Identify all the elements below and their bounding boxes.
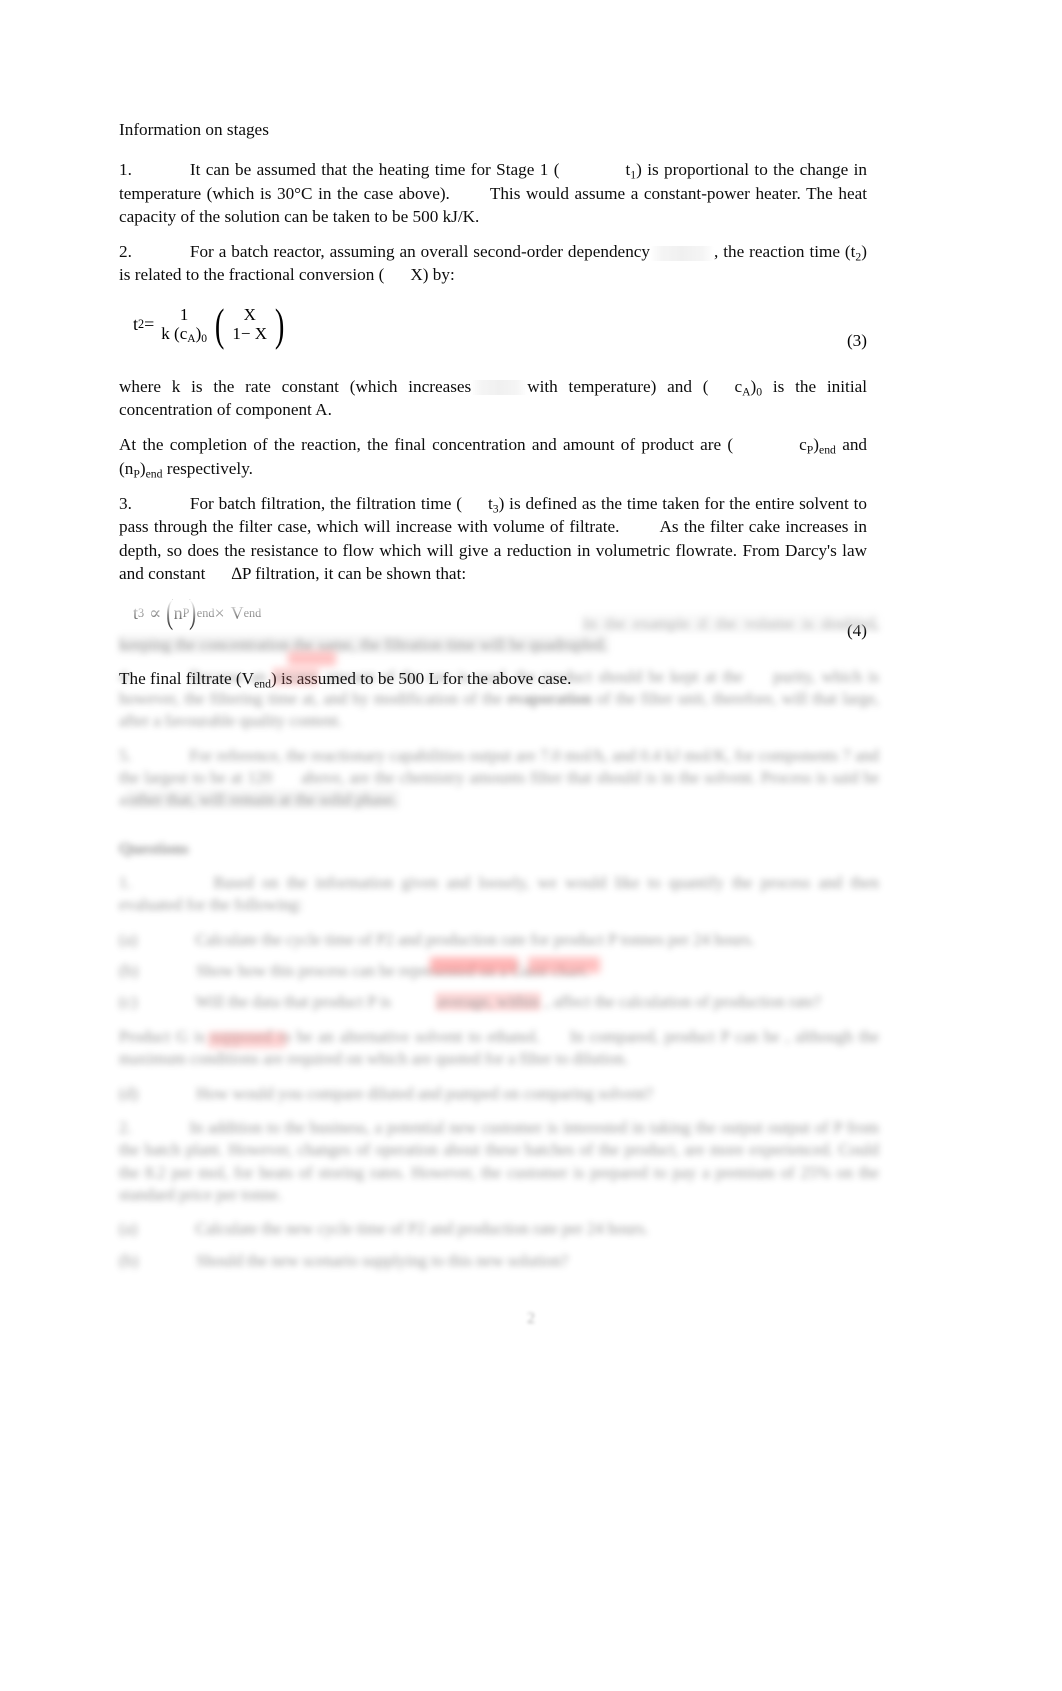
redacted-q1c-number: (c) <box>119 992 138 1012</box>
redacted-q2-number: 2. <box>119 1117 132 1137</box>
redacted-text: Because an <box>189 666 267 686</box>
item-2-text-d: ) by: <box>422 265 455 285</box>
completion-n-sub-end: end <box>145 466 163 480</box>
redacted-q1a-number: (a) <box>119 929 138 949</box>
redacted-text: the product should be kept at the <box>515 666 743 686</box>
item-2-text-a: For a batch reactor, assuming an overall… <box>189 242 651 262</box>
redacted-text: , affect the calculation of production r… <box>545 992 822 1012</box>
redacted-question-1: 1. Based on the information given and loo… <box>119 872 879 917</box>
eq3-paren-close: ) <box>274 298 285 350</box>
pink-highlight-blob <box>208 1032 286 1048</box>
redacted-item-5-number: 5. <box>119 745 132 765</box>
completion-clause: At the completion of the reaction, the f… <box>119 433 867 480</box>
redacted-text: other that, will remain at the solid pha… <box>126 790 400 810</box>
eq3-paren-open: ( <box>214 298 225 350</box>
redacted-q2b-number: (b) <box>119 1250 139 1270</box>
redacted-text: In addition to the business, a potential… <box>119 1117 879 1204</box>
redacted-text: Calculate the new cycle time of P2 and p… <box>195 1219 649 1239</box>
redacted-text: Should the new scenario supplying to thi… <box>196 1250 569 1270</box>
redacted-text: Based on the information given and loose… <box>119 873 879 915</box>
eq3-fraction-1: 1 k (cA)0 <box>157 304 211 346</box>
section-heading-text: Information on stages <box>119 120 269 139</box>
item-3-text-a: For batch filtration, the filtration tim… <box>189 493 462 513</box>
item-3-text-e: P filtration, it can be shown that: <box>241 563 467 583</box>
where-text-b: with temperature) and ( <box>527 376 709 396</box>
eq3-equals: = <box>144 313 155 334</box>
redacted-text: Will the data that product P is <box>195 992 392 1012</box>
redacted-q2a-number: (a) <box>119 1219 138 1239</box>
redacted-text: In the example if the volume is doubled,… <box>119 613 879 655</box>
where-c-var: c <box>734 376 743 396</box>
redacted-item-4-number: 4. <box>119 666 132 686</box>
equation-3-expression: t 2 = 1 k (cA)0 ( X 1− X ) <box>133 298 285 350</box>
redacted-question-1e: (d) How would you compare diluted and pum… <box>119 1083 879 1105</box>
redacted-q1-number: 1. <box>119 873 132 893</box>
item-2-text-b: , the reaction time (t <box>714 242 856 262</box>
redacted-questions-heading: Questions <box>119 838 189 858</box>
where-text-a: where k is the rate constant (which incr… <box>119 376 472 396</box>
pink-highlight: excess <box>272 666 320 686</box>
completion-text-c: respectively. <box>166 458 253 478</box>
where-c-sub-a: A <box>742 385 751 399</box>
list-item-3: 3. For batch filtration, the filtration t… <box>119 492 867 585</box>
redaction-smudge <box>650 245 715 261</box>
item-2-number: 2. <box>119 242 132 262</box>
redacted-item-4: 4. Because an excess amount of the raw is… <box>119 666 879 733</box>
eq3-frac2-numerator: X <box>243 304 256 324</box>
eq3-frac2-denominator: 1− X <box>232 324 268 344</box>
equation-3-body: t 2 = 1 k (cA)0 ( X 1− X ) <box>133 298 285 350</box>
where-clause: where k is the rate constant (which incr… <box>119 375 867 422</box>
redacted-bold-text: evaporation <box>507 689 592 709</box>
pink-highlight-blob <box>430 957 518 973</box>
where-c-sub-0: 0 <box>756 385 763 399</box>
page-number: 2 <box>527 1310 535 1327</box>
completion-c-sub-end: end <box>819 443 836 457</box>
eq3-frac1-c-open: (c <box>174 324 188 344</box>
eq3-frac1-denominator: k (cA)0 <box>157 324 211 346</box>
list-item-2: 2. For a batch reactor, assuming an overa… <box>119 240 867 287</box>
section-heading: Information on stages <box>119 118 867 141</box>
equation-3-block: t 2 = 1 k (cA)0 ( X 1− X ) (3) <box>119 299 867 361</box>
item-1-number: 1. <box>119 160 132 180</box>
item-2-conversion-symbol: X <box>410 265 423 285</box>
redacted-text: Product G is supposed to be an alternati… <box>119 1026 540 1046</box>
redacted-text: In compared, product P can be <box>569 1026 780 1046</box>
redacted-question-2b: (b) Should the new scenario supplying to … <box>119 1250 879 1272</box>
redacted-paragraph-tail: In the example if the volume is doubled,… <box>119 612 879 657</box>
item-1-text-a: It can be assumed that the heating time … <box>189 160 560 180</box>
equation-3-label: (3) <box>846 330 867 350</box>
redacted-text: at, and by modification of the <box>302 689 503 709</box>
item-3-delta-symbol: ∆ <box>231 563 242 583</box>
redaction-smudge <box>471 380 528 396</box>
redacted-text: amount of the raw is used, <box>325 666 510 686</box>
completion-text-a: At the completion of the reaction, the f… <box>119 435 734 455</box>
redacted-text: How would you compare diluted and pumped… <box>196 1083 654 1103</box>
redacted-question-1c: (c) Will the data that product P is avera… <box>119 991 879 1013</box>
redacted-text: above, are the chemistry amounts filter … <box>301 768 756 788</box>
redacted-question-2: 2. In addition to the business, a potenti… <box>119 1117 879 1206</box>
document-page: Information on stages 1. It can be assume… <box>0 0 1062 1691</box>
completion-c-var: c <box>799 435 807 455</box>
eq3-frac1-c-sub: A <box>187 332 196 346</box>
redacted-section: In the example if the volume is doubled,… <box>119 612 879 1281</box>
redacted-question-2a: (a) Calculate the new cycle time of P2 an… <box>119 1218 879 1240</box>
redacted-item-5: 5. For reference, the reactionary capabil… <box>119 745 879 812</box>
eq3-fraction-2: X 1− X <box>228 305 271 344</box>
pink-highlight: average, within <box>435 992 541 1012</box>
item-1-text-c: This would assume a constant-power heate… <box>489 183 801 203</box>
redacted-question-1a: (a) Calculate the cycle time of P2 and pr… <box>119 929 879 951</box>
redacted-q1b-number: (b) <box>119 961 139 981</box>
redacted-q1e-number: (d) <box>119 1083 139 1103</box>
eq3-frac1-numerator: 1 <box>179 304 189 324</box>
list-item-1: 1. It can be assumed that the heating tim… <box>119 158 867 228</box>
redacted-text: Calculate the cycle time of P2 and produ… <box>195 929 755 949</box>
item-3-number: 3. <box>119 493 132 513</box>
pink-highlight-blob <box>528 957 600 973</box>
eq3-frac1-k: k <box>161 324 170 344</box>
eq3-frac1-c-sub0: 0 <box>201 332 208 346</box>
pink-highlight-blob <box>288 651 336 666</box>
